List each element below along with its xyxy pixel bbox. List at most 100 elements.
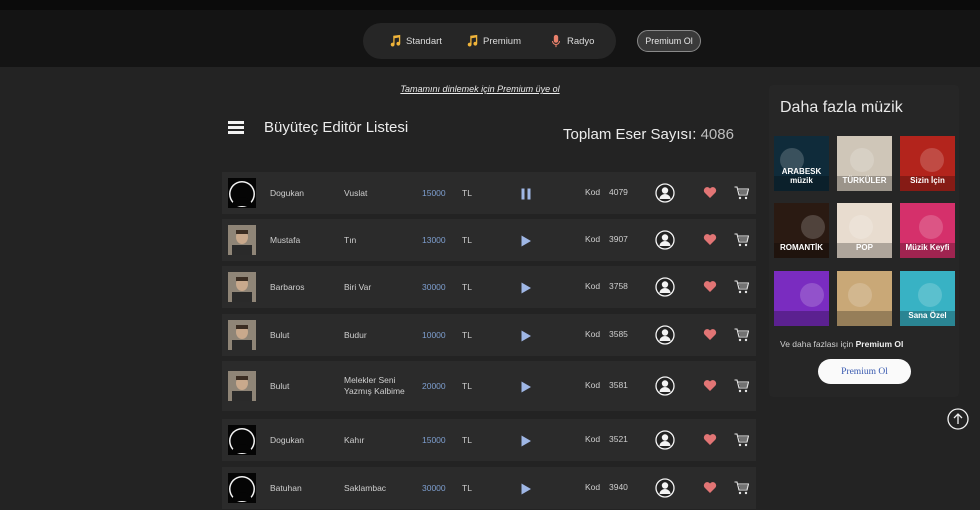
total-label: Toplam Eser Sayısı: xyxy=(563,126,697,143)
thumbnail-label: Müzik Keyfi xyxy=(905,243,950,252)
nav-item-label: Standart xyxy=(406,35,442,47)
code-label: Kod xyxy=(585,482,601,492)
table-row[interactable]: Barbaros Biri Var 30000 TL Kod 3758 xyxy=(222,266,756,308)
code-value: 3521 xyxy=(609,434,628,444)
user-profile-icon[interactable] xyxy=(655,230,675,250)
panel-premium-button[interactable]: Premium Ol xyxy=(818,359,911,384)
code-label: Kod xyxy=(585,234,601,244)
nav-item-label: Premium xyxy=(483,35,522,47)
cart-icon[interactable] xyxy=(734,233,749,247)
table-row[interactable]: Dogukan Kahır 15000 TL Kod 3521 xyxy=(222,419,756,461)
song-title: Budur xyxy=(344,330,367,340)
artist-name: Dogukan xyxy=(270,435,305,445)
artist-avatar xyxy=(228,371,256,401)
artist-name: Bulut xyxy=(270,330,290,340)
currency: TL xyxy=(462,330,472,340)
artist-avatar xyxy=(228,272,256,302)
pause-icon[interactable] xyxy=(520,187,532,200)
currency: TL xyxy=(462,381,472,391)
artist-name: Bulut xyxy=(270,381,290,391)
code-label: Kod xyxy=(585,187,601,197)
artist-avatar xyxy=(228,425,256,455)
user-profile-icon[interactable] xyxy=(655,430,675,450)
heart-icon[interactable] xyxy=(703,433,717,446)
panel-title: Daha fazla müzik xyxy=(780,99,903,116)
price: 15000 xyxy=(422,435,446,445)
cart-icon[interactable] xyxy=(734,433,749,447)
panel-note-text: Ve daha fazlası için xyxy=(780,339,854,349)
code-value: 3758 xyxy=(609,281,628,291)
play-icon[interactable] xyxy=(520,281,532,294)
play-icon[interactable] xyxy=(520,329,532,342)
code-value: 3581 xyxy=(609,380,628,390)
table-row[interactable]: Dogukan Vuslat 15000 TL Kod 4079 xyxy=(222,172,756,214)
artist-avatar xyxy=(228,225,256,255)
code-value: 4079 xyxy=(609,187,628,197)
nav-item-premium[interactable]: Premium xyxy=(465,23,521,59)
thumbnail-label: ROMANTİK xyxy=(779,243,824,252)
currency: TL xyxy=(462,435,472,445)
hamburger-menu-icon[interactable] xyxy=(228,121,244,134)
playlist-thumbnail[interactable]: Sana Özel xyxy=(900,271,955,326)
table-row[interactable]: Mustafa Tın 13000 TL Kod 3907 xyxy=(222,219,756,261)
nav-item-radyo[interactable]: Radyo xyxy=(549,23,594,59)
heart-icon[interactable] xyxy=(703,186,717,199)
table-row[interactable]: Batuhan Saklambac 30000 TL Kod 3940 xyxy=(222,467,756,509)
cart-icon[interactable] xyxy=(734,280,749,294)
currency: TL xyxy=(462,188,472,198)
price: 13000 xyxy=(422,235,446,245)
panel-note: Ve daha fazlası için Premium Ol xyxy=(780,339,903,349)
list-title: Büyüteç Editör Listesi xyxy=(264,119,409,136)
playlist-thumbnail[interactable] xyxy=(774,271,829,326)
code-label: Kod xyxy=(585,380,601,390)
cart-icon[interactable] xyxy=(734,328,749,342)
playlist-thumbnail[interactable] xyxy=(837,271,892,326)
playlist-thumbnail[interactable]: POP xyxy=(837,203,892,258)
code-label: Kod xyxy=(585,329,601,339)
heart-icon[interactable] xyxy=(703,280,717,293)
song-title-line2: Yazmış Kalbime xyxy=(344,386,405,396)
heart-icon[interactable] xyxy=(703,328,717,341)
cart-icon[interactable] xyxy=(734,379,749,393)
currency: TL xyxy=(462,282,472,292)
music-note-icon xyxy=(390,34,401,47)
play-icon[interactable] xyxy=(520,482,532,495)
play-icon[interactable] xyxy=(520,434,532,447)
panel-note-bold: Premium Ol xyxy=(855,339,904,349)
heart-icon[interactable] xyxy=(703,481,717,494)
table-row[interactable]: Bulut Budur 10000 TL Kod 3585 xyxy=(222,314,756,356)
user-profile-icon[interactable] xyxy=(655,478,675,498)
table-row[interactable]: Bulut Melekler Seni Yazmış Kalbime 20000 … xyxy=(222,361,756,411)
heart-icon[interactable] xyxy=(703,379,717,392)
scroll-to-top-icon[interactable] xyxy=(947,408,969,430)
play-icon[interactable] xyxy=(520,380,532,393)
user-profile-icon[interactable] xyxy=(655,325,675,345)
code-label: Kod xyxy=(585,434,601,444)
user-profile-icon[interactable] xyxy=(655,277,675,297)
premium-ol-button[interactable]: Premium Ol xyxy=(637,30,701,52)
playlist-thumbnail[interactable]: ROMANTİK xyxy=(774,203,829,258)
nav-pill: Standart Premium Radyo xyxy=(363,23,616,59)
cart-icon[interactable] xyxy=(734,186,749,200)
song-title: Tın xyxy=(344,235,357,245)
play-icon[interactable] xyxy=(520,234,532,247)
total-count: Toplam Eser Sayısı: 4086 xyxy=(563,126,734,143)
cart-icon[interactable] xyxy=(734,481,749,495)
premium-promo-link[interactable]: Tamamını dinlemek için Premium üye ol xyxy=(330,84,630,94)
currency: TL xyxy=(462,235,472,245)
user-profile-icon[interactable] xyxy=(655,183,675,203)
playlist-thumbnail[interactable]: Müzik Keyfi xyxy=(900,203,955,258)
heart-icon[interactable] xyxy=(703,233,717,246)
artist-avatar xyxy=(228,320,256,350)
playlist-thumbnail[interactable]: ARABESK müzik xyxy=(774,136,829,191)
artist-name: Mustafa xyxy=(270,235,301,245)
code-value: 3907 xyxy=(609,234,628,244)
top-bar: Standart Premium Radyo Premium Ol xyxy=(0,0,980,67)
nav-item-standart[interactable]: Standart xyxy=(388,23,442,59)
user-profile-icon[interactable] xyxy=(655,376,675,396)
playlist-thumbnail[interactable]: TÜRKÜLER xyxy=(837,136,892,191)
code-value: 3585 xyxy=(609,329,628,339)
song-title: Vuslat xyxy=(344,188,368,198)
total-value: 4086 xyxy=(700,126,734,143)
playlist-thumbnail[interactable]: Sizin İçin xyxy=(900,136,955,191)
